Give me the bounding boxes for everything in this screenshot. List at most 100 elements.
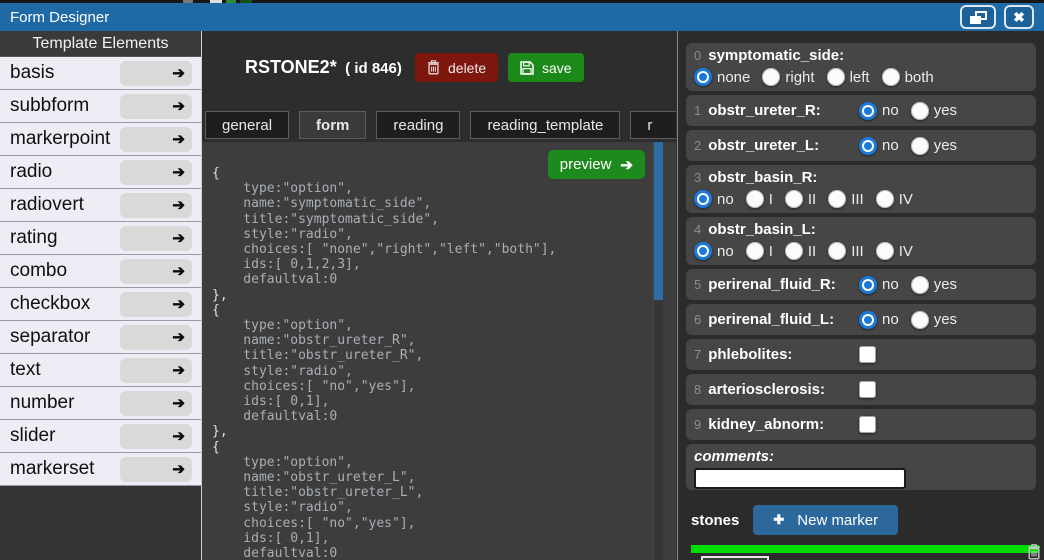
radio-I[interactable]	[746, 190, 764, 208]
code-line: ids:[ 0,1],	[212, 394, 656, 409]
field-index: 7	[694, 347, 701, 362]
sidebar-item-rating[interactable]: rating➔	[0, 222, 201, 255]
sidebar-item-label: markerset	[10, 458, 94, 480]
radio-I[interactable]	[746, 242, 764, 260]
tab-general[interactable]: general	[205, 111, 289, 139]
code-line: type:"option",	[212, 318, 656, 333]
field-label: obstr_basin_R:	[708, 169, 817, 186]
radio-option-label: no	[717, 243, 734, 260]
comments-input[interactable]	[694, 468, 906, 489]
radio-no[interactable]	[694, 242, 712, 260]
sidebar-item-combo[interactable]: combo➔	[0, 255, 201, 288]
drag-handle[interactable]: ➔	[120, 94, 192, 119]
field-label: perirenal_fluid_R:	[708, 276, 836, 293]
code-line: type:"option",	[212, 455, 656, 470]
code-editor[interactable]: preview ➔ { type:"option", name:"symptom…	[202, 142, 676, 560]
radio-IV[interactable]	[876, 190, 894, 208]
close-window-button[interactable]: ✖	[1004, 5, 1034, 29]
drag-handle[interactable]: ➔	[120, 61, 192, 86]
editor-tabs: general form reading reading_template r	[205, 111, 676, 139]
drag-handle[interactable]: ➔	[120, 193, 192, 218]
field-index: 5	[694, 277, 701, 292]
radio-both[interactable]	[882, 68, 900, 86]
code-line: type:"option",	[212, 181, 656, 196]
sidebar-item-radiovert[interactable]: radiovert➔	[0, 189, 201, 222]
delete-button[interactable]: delete	[415, 53, 498, 82]
code-line: title:"obstr_ureter_L",	[212, 485, 656, 500]
drag-handle[interactable]: ➔	[120, 391, 192, 416]
field-obstr_ureter_L: 2obstr_ureter_L:noyes	[686, 130, 1036, 161]
drag-handle[interactable]: ➔	[120, 127, 192, 152]
radio-option-label: yes	[934, 276, 957, 293]
radio-III[interactable]	[828, 190, 846, 208]
field-controls	[859, 416, 876, 433]
save-button-label: save	[542, 60, 572, 76]
radio-no[interactable]	[859, 102, 877, 120]
drag-handle[interactable]: ➔	[120, 457, 192, 482]
radio-none[interactable]	[694, 68, 712, 86]
field-label-wrap: 3obstr_basin_R:	[694, 169, 1028, 186]
radio-left[interactable]	[827, 68, 845, 86]
radio-no[interactable]	[859, 311, 877, 329]
new-marker-button[interactable]: ✚ New marker	[753, 505, 898, 535]
tab-reading[interactable]: reading	[376, 111, 460, 139]
code-scrollbar[interactable]	[653, 142, 663, 560]
drag-handle[interactable]: ➔	[120, 226, 192, 251]
marker-item-partial[interactable]	[701, 556, 769, 560]
sidebar-item-subbform[interactable]: subbform ➔	[0, 90, 201, 123]
tab-r[interactable]: r	[630, 111, 676, 139]
sidebar-item-markerpoint[interactable]: markerpoint ➔	[0, 123, 201, 156]
code-line: style:"radio",	[212, 500, 656, 515]
sidebar-item-markerset[interactable]: markerset ➔	[0, 453, 201, 486]
radio-no[interactable]	[694, 190, 712, 208]
checkbox[interactable]	[859, 346, 876, 363]
radio-yes[interactable]	[911, 311, 929, 329]
radio-right[interactable]	[762, 68, 780, 86]
field-controls: noyes	[859, 137, 964, 155]
restore-window-button[interactable]	[960, 5, 996, 29]
save-icon	[520, 61, 534, 75]
radio-yes[interactable]	[911, 276, 929, 294]
form-name: RSTONE2*	[245, 57, 337, 77]
sidebar-item-slider[interactable]: slider➔	[0, 420, 201, 453]
sidebar-item-list: basis➔subbform➔markerpoint➔radio➔radiove…	[0, 57, 201, 486]
field-obstr_basin_R: 3obstr_basin_R:noIIIIIIIV	[686, 165, 1036, 213]
drag-handle[interactable]: ➔	[120, 160, 192, 185]
sidebar-item-basis[interactable]: basis➔	[0, 57, 201, 90]
radio-yes[interactable]	[911, 102, 929, 120]
save-button[interactable]: save	[508, 53, 584, 82]
code-line: name:"symptomatic_side",	[212, 196, 656, 211]
sidebar-item-text[interactable]: text➔	[0, 354, 201, 387]
sidebar-item-number[interactable]: number➔	[0, 387, 201, 420]
checkbox[interactable]	[859, 381, 876, 398]
marker-trash-icon[interactable]	[1027, 544, 1041, 560]
preview-button[interactable]: preview ➔	[548, 150, 645, 179]
radio-option-label: both	[905, 69, 934, 86]
sidebar-item-checkbox[interactable]: checkbox➔	[0, 288, 201, 321]
field-obstr_basin_L: 4obstr_basin_L:noIIIIIIIV	[686, 217, 1036, 265]
stones-label: stones	[691, 512, 739, 529]
field-label-wrap: 1obstr_ureter_R:	[694, 102, 859, 119]
sidebar-item-radio[interactable]: radio➔	[0, 156, 201, 189]
radio-no[interactable]	[859, 137, 877, 155]
drag-handle[interactable]: ➔	[120, 259, 192, 284]
radio-IV[interactable]	[876, 242, 894, 260]
sidebar-item-label: subbform	[10, 95, 89, 117]
drag-handle[interactable]: ➔	[120, 292, 192, 317]
tab-reading_template[interactable]: reading_template	[470, 111, 620, 139]
drag-handle[interactable]: ➔	[120, 358, 192, 383]
sidebar-item-separator[interactable]: separator➔	[0, 321, 201, 354]
field-perirenal_fluid_R: 5perirenal_fluid_R:noyes	[686, 269, 1036, 300]
drag-handle[interactable]: ➔	[120, 424, 192, 449]
radio-yes[interactable]	[911, 137, 929, 155]
field-index: 4	[694, 222, 701, 237]
radio-II[interactable]	[785, 190, 803, 208]
radio-no[interactable]	[859, 276, 877, 294]
radio-III[interactable]	[828, 242, 846, 260]
radio-II[interactable]	[785, 242, 803, 260]
drag-handle[interactable]: ➔	[120, 325, 192, 350]
tab-form[interactable]: form	[299, 111, 366, 139]
sidebar-item-label: markerpoint	[10, 128, 110, 150]
scrollbar-thumb[interactable]	[654, 142, 663, 300]
checkbox[interactable]	[859, 416, 876, 433]
